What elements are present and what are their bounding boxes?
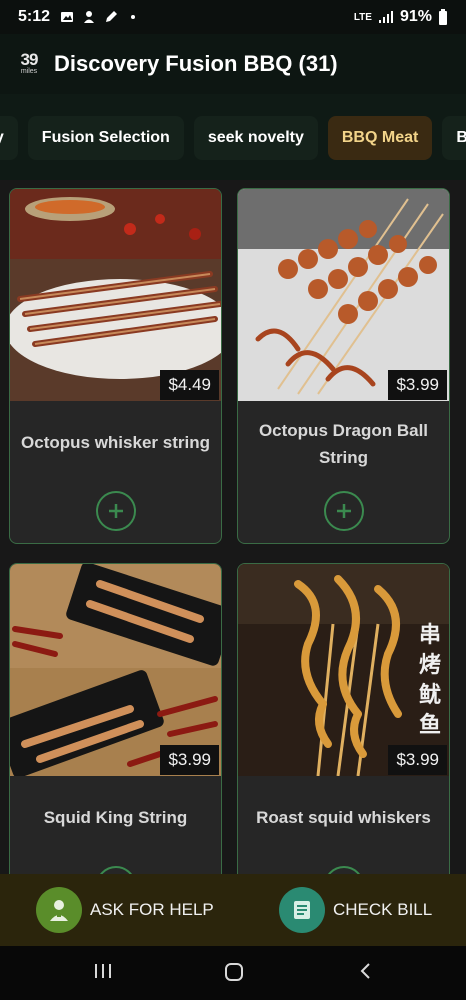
add-to-cart-button[interactable] [323,866,364,874]
menu-item-card[interactable]: $4.49 Octopus whisker string [9,188,222,544]
item-price: $3.99 [388,745,447,775]
notification-icons [60,10,140,24]
logo-number: 39 [20,50,39,69]
svg-text:烤: 烤 [419,652,441,678]
plus-icon [108,504,123,518]
item-name: Squid King String [43,808,188,827]
status-bar: 5:12 LTE 91% [0,0,466,34]
add-to-cart-button[interactable] [95,866,136,874]
category-tabs: cy Fusion Selection seek novelty BBQ Mea… [0,94,466,180]
tab-partial[interactable]: B [442,116,466,160]
network-label: LTE [353,11,372,23]
status-right: LTE 91% [354,8,448,26]
tab-seek-novelty[interactable]: seek novelty [193,116,318,160]
item-price: $3.99 [388,370,447,400]
plus-icon [336,504,351,518]
add-to-cart-button[interactable] [323,491,364,531]
item-name: Octopus Dragon Ball String [258,421,429,467]
ask-for-help-button[interactable]: ASK FOR HELP [36,887,214,933]
gallery-icon [61,12,74,22]
tab-cy[interactable]: cy [0,116,18,160]
menu-grid: $4.49 Octopus whisker string $3.99 Octop… [0,180,466,874]
menu-item-card[interactable]: 串 烤 鱿 鱼 $3.99 Roast squid whiskers [237,563,450,874]
svg-text:鱼: 鱼 [419,712,441,738]
tab-fusion-selection[interactable]: Fusion Selection [27,116,184,160]
svg-text:鱿: 鱿 [419,682,441,708]
recent-apps-icon[interactable] [93,961,113,981]
logo-sub: miles [20,68,38,75]
item-price: $3.99 [160,745,219,775]
menu-item-card[interactable]: $3.99 Octopus Dragon Ball String [237,188,450,544]
home-icon[interactable] [223,961,245,983]
battery-icon [439,9,447,25]
menu-item-card[interactable]: $3.99 Squid King String [9,563,222,874]
pen-icon [106,11,118,22]
image-chinese-text: 串 [419,623,441,648]
battery-percent: 91% [399,8,432,25]
logo: 39 miles [14,49,44,79]
action-bar: ASK FOR HELP CHECK BILL [0,874,466,946]
back-icon[interactable] [356,961,376,981]
add-to-cart-button[interactable] [95,491,136,531]
item-name: Roast squid whiskers [256,808,431,827]
check-bill-button[interactable]: CHECK BILL [279,887,432,933]
dot-icon [131,15,136,19]
waiter-icon [36,887,82,933]
item-price: $4.49 [160,370,219,400]
person-icon [84,11,95,23]
check-bill-label: CHECK BILL [333,900,433,919]
header: 39 miles Discovery Fusion BBQ (31) [0,34,466,94]
bill-icon [279,887,325,933]
system-nav-bar [0,946,466,1000]
item-name: Octopus whisker string [21,433,210,452]
ask-for-help-label: ASK FOR HELP [90,900,214,919]
page-title: Discovery Fusion BBQ (31) [54,51,338,76]
tab-bbq-meat[interactable]: BBQ Meat [327,116,433,160]
signal-icon [378,11,393,23]
status-time: 5:12 [18,8,51,25]
